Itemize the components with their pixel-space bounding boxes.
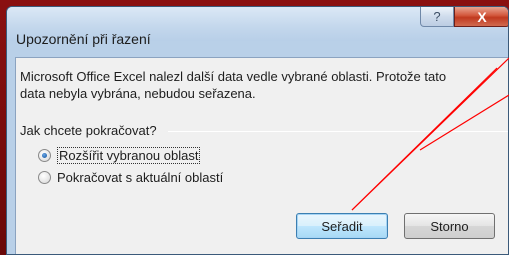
dialog-content: Microsoft Office Excel nalezl další data…	[15, 57, 508, 254]
option-continue-label: Pokračovat s aktuální oblastí	[57, 170, 224, 185]
radio-continue-current[interactable]	[38, 171, 51, 184]
dialog-title: Upozornění při řazení	[16, 31, 151, 47]
sort-button[interactable]: Seřadit	[296, 213, 388, 239]
warning-message: Microsoft Office Excel nalezl další data…	[20, 68, 508, 102]
option-expand-selection[interactable]: Rozšířit vybranou oblast	[38, 147, 201, 164]
message-line-2: data nebyla vybrána, nebudou seřazena.	[20, 86, 256, 101]
radio-expand-selection[interactable]	[38, 149, 51, 162]
dialog-titlebar: Upozornění při řazení ? X	[7, 7, 508, 47]
help-icon: ?	[433, 9, 441, 24]
close-button[interactable]: X	[454, 7, 508, 27]
group-divider	[168, 131, 508, 132]
help-button[interactable]: ?	[420, 7, 454, 27]
question-label: Jak chcete pokračovat?	[20, 123, 157, 138]
option-continue-current[interactable]: Pokračovat s aktuální oblastí	[38, 170, 223, 185]
sort-warning-dialog: Upozornění při řazení ? X Microsoft Offi…	[6, 6, 509, 255]
close-icon: X	[477, 8, 487, 25]
window-controls: ? X	[420, 7, 508, 27]
message-line-1: Microsoft Office Excel nalezl další data…	[20, 69, 447, 84]
option-expand-label: Rozšířit vybranou oblast	[57, 147, 201, 164]
cancel-button[interactable]: Storno	[404, 213, 495, 239]
